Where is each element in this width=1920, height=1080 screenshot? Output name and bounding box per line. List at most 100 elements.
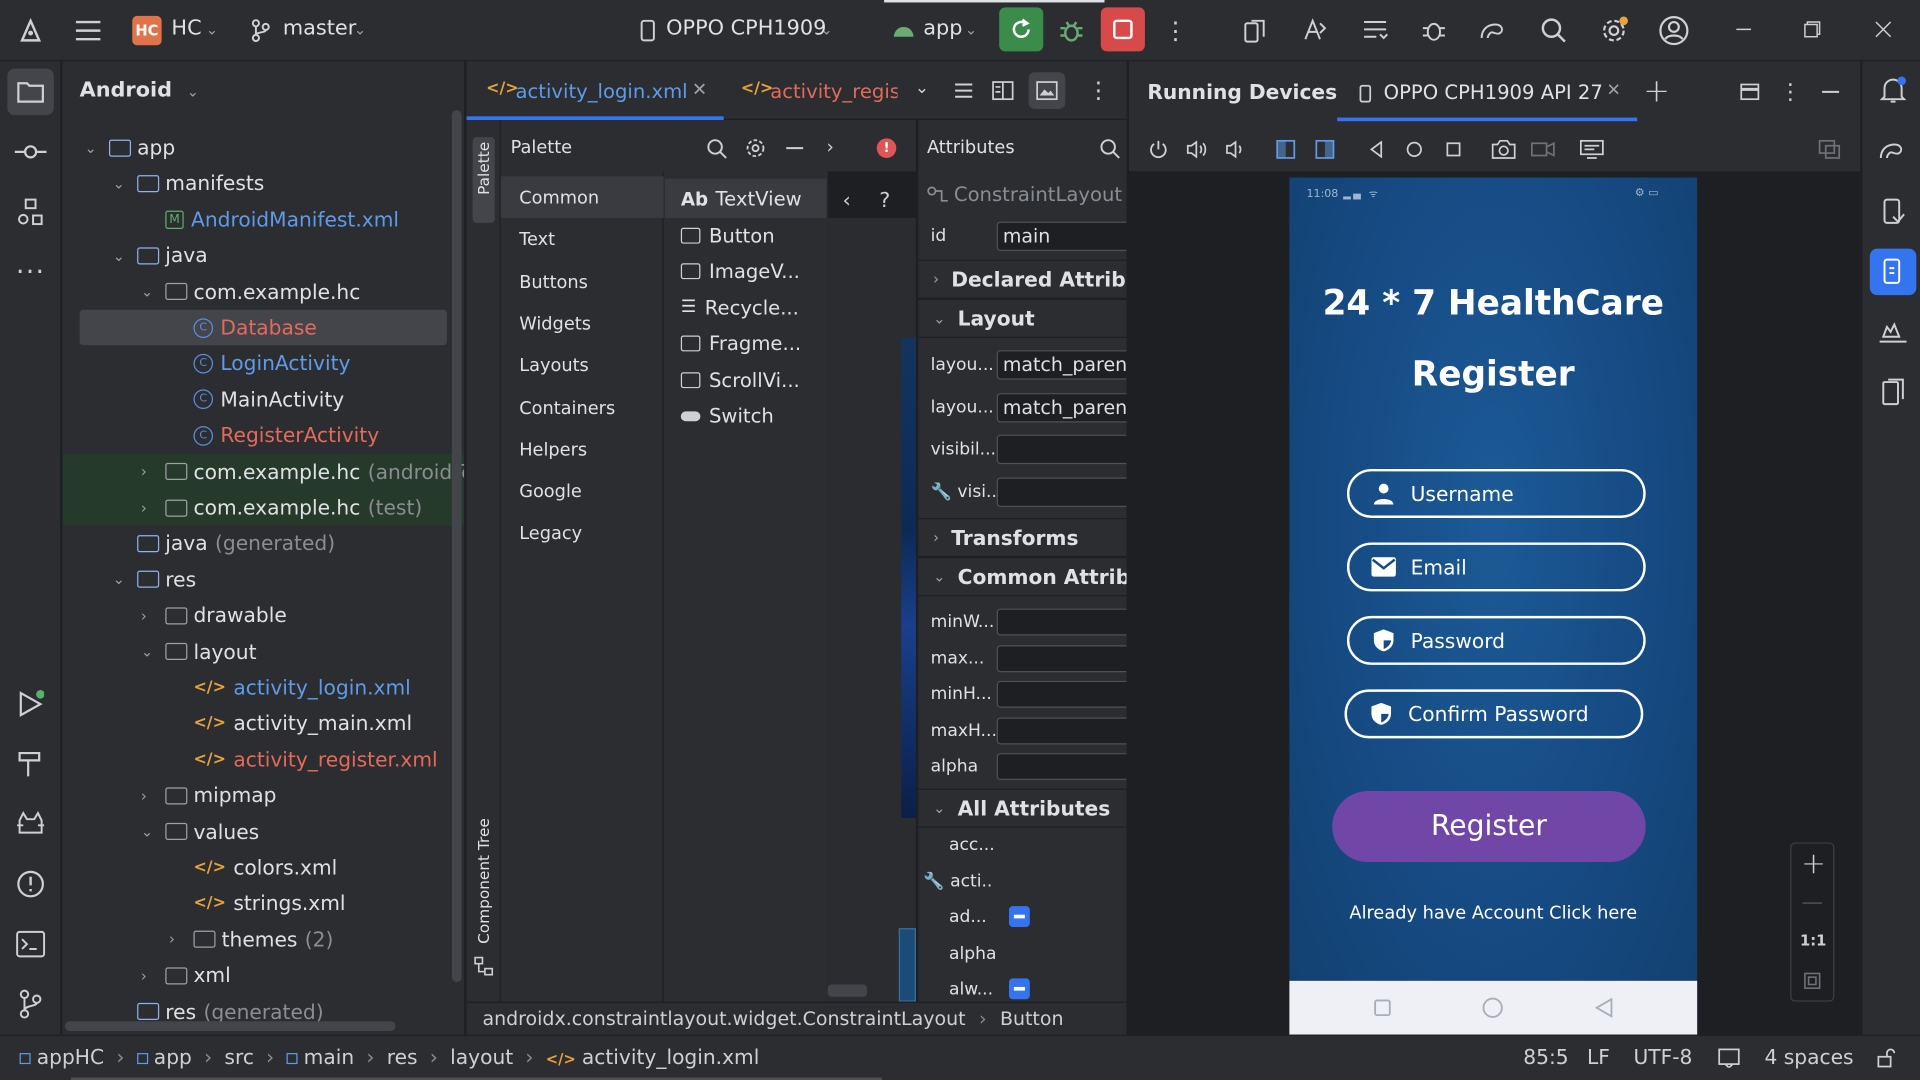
translate-icon[interactable] bbox=[1299, 15, 1331, 47]
stop-button[interactable] bbox=[1100, 7, 1145, 52]
tree-item[interactable]: C MainActivity bbox=[169, 382, 344, 418]
palette-widget[interactable]: Fragme... bbox=[680, 332, 801, 355]
tree-item[interactable]: › com.example.hc(androidTest) bbox=[141, 454, 464, 490]
zoom-fit-icon[interactable] bbox=[1802, 971, 1822, 991]
section-all-attributes[interactable]: ⌄ All Attributes bbox=[918, 788, 1127, 828]
section-layout[interactable]: ⌄ Layout bbox=[918, 298, 1127, 338]
attribute-checkbox[interactable] bbox=[1008, 906, 1030, 927]
device-manager-panel-icon[interactable] bbox=[1877, 196, 1909, 228]
palette-widget[interactable]: ImageV... bbox=[680, 260, 800, 283]
attribute-value-field[interactable]: match_parent bbox=[996, 350, 1127, 380]
attributes-search-icon[interactable] bbox=[1097, 136, 1121, 160]
chevron-down-icon[interactable]: ⌄ bbox=[141, 283, 158, 300]
close-tab-icon[interactable]: ✕ bbox=[1607, 81, 1621, 101]
zoom-out-icon[interactable] bbox=[1802, 902, 1823, 904]
debug-icon[interactable] bbox=[1056, 15, 1088, 47]
account-icon[interactable] bbox=[1657, 13, 1691, 47]
nav-recents-icon[interactable] bbox=[1373, 998, 1393, 1018]
tree-item[interactable]: › mipmap bbox=[141, 778, 277, 814]
palette-category[interactable]: Legacy bbox=[519, 525, 582, 545]
mirror-icon[interactable] bbox=[1817, 137, 1841, 161]
indent-setting[interactable]: 4 spaces bbox=[1765, 1046, 1854, 1069]
git-icon[interactable] bbox=[15, 988, 47, 1020]
attribute-value-field[interactable] bbox=[996, 753, 1127, 781]
path-segment[interactable]: res bbox=[387, 1046, 418, 1069]
section-declared-attributes[interactable]: ›Declared Attrib... bbox=[918, 259, 1127, 299]
tree-item[interactable]: ⌄ res bbox=[113, 562, 196, 598]
palette-category[interactable]: Google bbox=[519, 483, 582, 503]
chevron-down-icon[interactable]: ⌄ bbox=[141, 823, 158, 840]
power-icon[interactable] bbox=[1146, 137, 1170, 161]
chevron-right-icon[interactable]: › bbox=[827, 136, 834, 158]
tree-item[interactable]: ⌄ layout bbox=[141, 634, 257, 670]
attribute-checkbox[interactable] bbox=[1008, 978, 1030, 1000]
code-view-icon[interactable] bbox=[951, 78, 975, 102]
help-icon[interactable]: ? bbox=[879, 189, 890, 213]
tab-activity-register[interactable]: </> activity_regis bbox=[726, 61, 898, 120]
palette-minimize-icon[interactable] bbox=[782, 136, 806, 160]
chevron-down-icon[interactable]: ⌄ bbox=[206, 21, 218, 38]
login-link[interactable]: Already have Account Click here bbox=[1289, 904, 1697, 924]
palette-widget[interactable]: Switch bbox=[680, 404, 774, 427]
run-icon[interactable] bbox=[15, 688, 47, 720]
minimize-window-icon[interactable] bbox=[1731, 17, 1755, 41]
path-segment[interactable]: appHC bbox=[37, 1046, 104, 1069]
minimize-panel-icon[interactable] bbox=[1818, 81, 1842, 103]
attribute-value-field[interactable] bbox=[996, 716, 1127, 744]
tree-item[interactable]: M AndroidManifest.xml bbox=[141, 202, 399, 238]
component-tree-strip-label[interactable]: Component Tree bbox=[474, 812, 492, 949]
palette-category[interactable]: Widgets bbox=[519, 315, 591, 335]
palette-strip-label[interactable]: Palette bbox=[474, 134, 492, 203]
collapse-left-icon[interactable]: ‹ bbox=[842, 189, 850, 213]
chevron-right-icon[interactable]: › bbox=[141, 787, 158, 804]
logcat-icon[interactable] bbox=[15, 808, 47, 840]
palette-search-icon[interactable] bbox=[704, 136, 728, 160]
lock-icon[interactable] bbox=[1873, 1047, 1897, 1069]
chevron-down-icon[interactable]: ⌄ bbox=[141, 643, 158, 660]
palette-widget[interactable]: ☰ Recycle... bbox=[681, 296, 799, 319]
sync-list-icon[interactable] bbox=[1359, 15, 1391, 47]
app-inspection-icon[interactable] bbox=[1877, 316, 1909, 348]
id-field[interactable]: main bbox=[996, 221, 1127, 252]
gradle-panel-icon[interactable] bbox=[1876, 135, 1908, 167]
path-segment[interactable]: src bbox=[224, 1046, 254, 1069]
line-ending[interactable]: LF bbox=[1587, 1046, 1610, 1069]
section-common-attributes[interactable]: ⌄Common Attribut bbox=[918, 557, 1127, 597]
running-devices-tool-active[interactable] bbox=[1869, 248, 1917, 296]
chevron-right-icon[interactable]: › bbox=[169, 931, 186, 948]
design-view-icon[interactable] bbox=[1035, 78, 1059, 102]
tree-item[interactable]: › drawable bbox=[141, 598, 287, 634]
run-config[interactable]: app bbox=[923, 16, 962, 40]
tree-item[interactable]: ⌄ com.example.hc bbox=[141, 274, 361, 310]
device-tab[interactable]: OPPO CPH1909 API 27 ✕ bbox=[1337, 61, 1638, 122]
rotate-left-icon[interactable] bbox=[1273, 137, 1297, 161]
more-vertical-icon[interactable]: ⋮ bbox=[1086, 77, 1110, 104]
cursor-position[interactable]: 85:5 bbox=[1523, 1046, 1568, 1069]
screenshot-icon[interactable] bbox=[1490, 137, 1517, 161]
file-encoding[interactable]: UTF-8 bbox=[1633, 1046, 1692, 1069]
chevron-down-icon[interactable]: ⌄ bbox=[84, 139, 101, 156]
register-button[interactable]: Register bbox=[1332, 791, 1646, 863]
tree-item[interactable]: ⌄ java bbox=[113, 238, 208, 274]
readonly-toggle-icon[interactable] bbox=[1717, 1047, 1741, 1069]
tree-item[interactable]: › xml bbox=[141, 958, 231, 994]
palette-category[interactable]: Common bbox=[519, 189, 599, 209]
tree-item[interactable]: ⌄ app bbox=[84, 130, 175, 166]
restore-window-icon[interactable] bbox=[1800, 17, 1824, 41]
attribute-value-field[interactable] bbox=[996, 680, 1127, 708]
attribute-value-field[interactable] bbox=[996, 644, 1127, 672]
chevron-right-icon[interactable]: › bbox=[141, 499, 158, 516]
tree-item[interactable]: </> strings.xml bbox=[169, 886, 345, 922]
path-segment[interactable]: app bbox=[154, 1046, 192, 1069]
screen-record-icon[interactable] bbox=[1529, 137, 1556, 161]
more-vertical-icon[interactable]: ⋮ bbox=[1779, 79, 1801, 105]
split-view-icon[interactable] bbox=[991, 78, 1015, 102]
path-segment[interactable]: main bbox=[304, 1046, 354, 1069]
branch-name[interactable]: master bbox=[283, 16, 356, 40]
attribute-value-field[interactable] bbox=[996, 476, 1127, 507]
structure-icon[interactable] bbox=[15, 197, 47, 226]
project-name[interactable]: HC bbox=[171, 16, 201, 40]
tree-item[interactable]: </> activity_login.xml bbox=[169, 670, 410, 706]
project-badge[interactable]: HC bbox=[132, 15, 162, 46]
tabs-dropdown-icon[interactable]: ⌄ bbox=[915, 78, 929, 98]
